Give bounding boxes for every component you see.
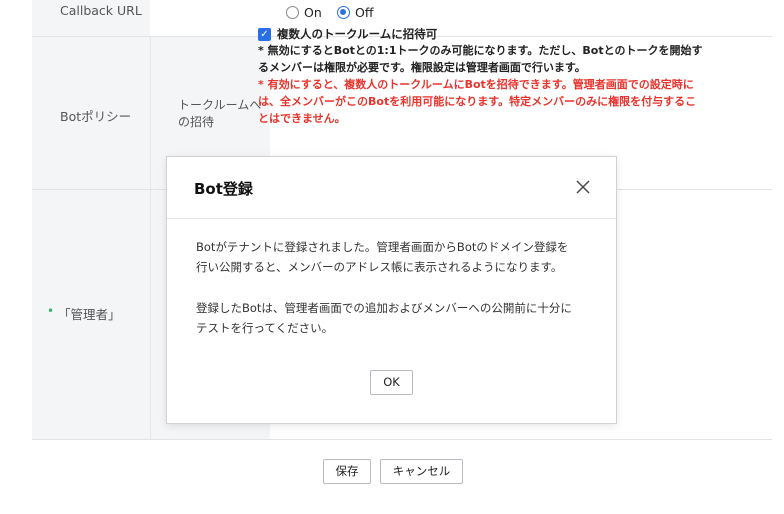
label-column bbox=[32, 0, 150, 440]
bot-policy-label: Botポリシー bbox=[60, 109, 132, 124]
policy-warning-line: とはできません。 bbox=[258, 112, 346, 125]
dialog-title: Bot登録 bbox=[194, 180, 253, 198]
radio-unselected-icon bbox=[286, 6, 299, 19]
dialog-message-line: 登録したBotは、管理者画面での追加およびメンバーへの公開前に十分に bbox=[196, 301, 572, 315]
callback-on-radio[interactable]: On bbox=[286, 5, 322, 20]
dialog-header: Bot登録 bbox=[167, 157, 616, 219]
dialog-message: Botがテナントに登録されました。管理者画面からBotのドメイン登録を 行い公開… bbox=[196, 237, 596, 277]
row-divider bbox=[32, 439, 772, 440]
talkroom-invite-label-line2: の招待 bbox=[178, 115, 215, 129]
dialog-message-line: テストを行ってください。 bbox=[196, 321, 334, 335]
dialog-message: 登録したBotは、管理者画面での追加およびメンバーへの公開前に十分に テストを行… bbox=[196, 298, 596, 338]
policy-note: * 無効にするとBotとの1:1トークのみ可能になります。ただし、Botとのトー… bbox=[258, 42, 758, 76]
policy-note-line: るメンバーは権限が必要です。権限設定は管理者画面で行います。 bbox=[258, 61, 586, 74]
policy-warning-line: * 有効にすると、複数人のトークルームにBotを招待できます。管理者画面での設定… bbox=[258, 78, 694, 91]
admin-label: 「管理者」 bbox=[58, 307, 121, 322]
radio-selected-icon bbox=[337, 6, 350, 19]
close-icon[interactable] bbox=[575, 179, 591, 195]
policy-note-line: * 無効にするとBotとの1:1トークのみ可能になります。ただし、Botとのトー… bbox=[258, 44, 703, 57]
policy-warning-line: は、全メンバーがこのBotを利用可能になります。特定メンバーのみに権限を付与する… bbox=[258, 95, 697, 108]
cancel-button[interactable]: キャンセル bbox=[380, 459, 463, 484]
radio-label: On bbox=[304, 5, 322, 20]
talkroom-invite-label-line1: トークルームへ bbox=[178, 98, 262, 112]
callback-url-label: Callback URL bbox=[60, 3, 142, 18]
policy-warning: * 有効にすると、複数人のトークルームにBotを招待できます。管理者画面での設定… bbox=[258, 76, 758, 127]
required-bullet-icon: • bbox=[47, 304, 55, 318]
callback-off-radio[interactable]: Off bbox=[337, 5, 373, 20]
dialog-message-line: Botがテナントに登録されました。管理者画面からBotのドメイン登録を bbox=[196, 240, 569, 254]
bot-registration-dialog: Bot登録 Botがテナントに登録されました。管理者画面からBotのドメイン登録… bbox=[166, 156, 617, 424]
save-button[interactable]: 保存 bbox=[323, 459, 371, 484]
checkmark-icon: ✓ bbox=[258, 27, 271, 41]
dialog-body: Botがテナントに登録されました。管理者画面からBotのドメイン登録を 行い公開… bbox=[196, 237, 596, 359]
dialog-message-line: 行い公開すると、メンバーのアドレス帳に表示されるようになります。 bbox=[196, 260, 563, 274]
group-talk-invite-checkbox[interactable]: ✓ 複数人のトークルームに招待可 bbox=[258, 26, 437, 42]
checkbox-label: 複数人のトークルームに招待可 bbox=[277, 27, 438, 41]
radio-label: Off bbox=[355, 5, 374, 20]
ok-button[interactable]: OK bbox=[370, 370, 413, 395]
